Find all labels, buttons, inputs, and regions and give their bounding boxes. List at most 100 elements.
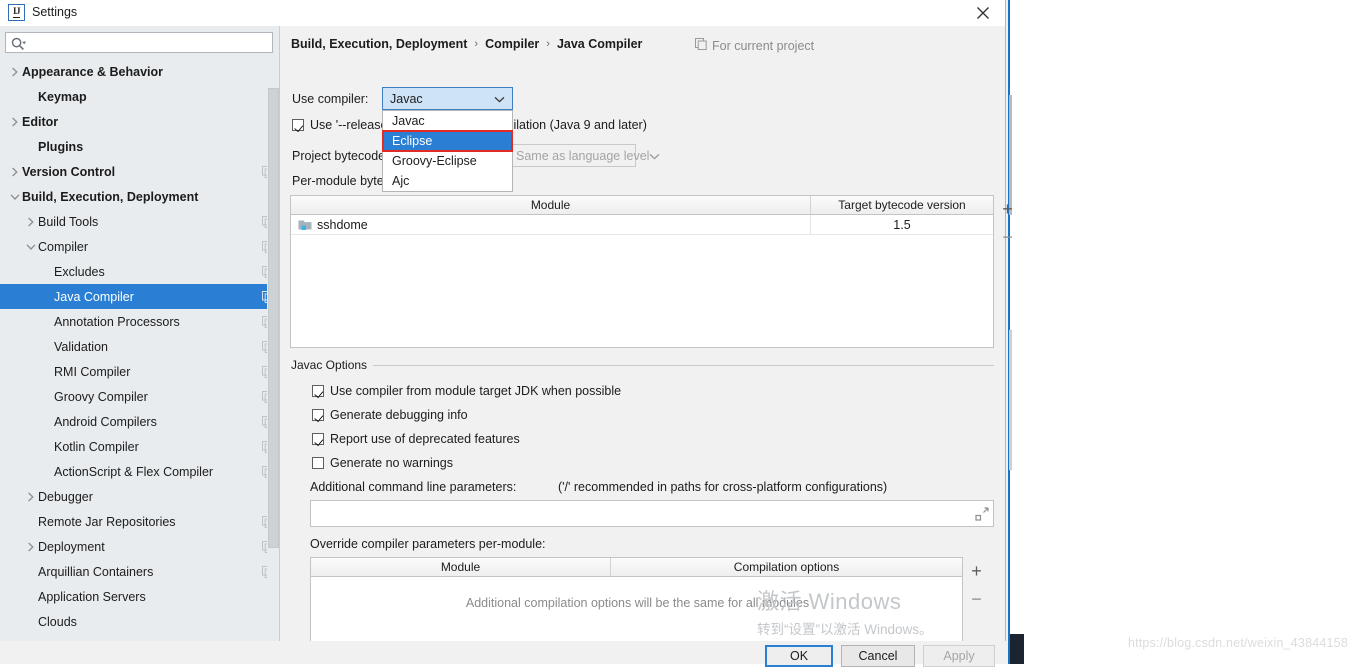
sidebar-item-label: Plugins	[38, 139, 84, 154]
project-bytecode-combobox[interactable]: Same as language level	[508, 144, 660, 167]
sidebar-item-label: Annotation Processors	[54, 314, 180, 329]
chevron-right-icon[interactable]	[8, 159, 22, 184]
sidebar-item-android-compilers[interactable]: Android Compilers	[0, 409, 280, 434]
expand-field-icon[interactable]	[975, 507, 989, 521]
search-box[interactable]	[5, 32, 273, 53]
breadcrumb-part[interactable]: Build, Execution, Deployment	[291, 37, 467, 51]
sidebar-item-rmi-compiler[interactable]: RMI Compiler	[0, 359, 280, 384]
dialog-title: Settings	[32, 5, 78, 19]
remove-override-button[interactable]: −	[963, 585, 990, 613]
checkbox-box	[312, 385, 324, 397]
checkbox-box	[312, 409, 324, 421]
sidebar-item-actionscript-flex-compiler[interactable]: ActionScript & Flex Compiler	[0, 459, 280, 484]
sidebar-item-arquillian-containers[interactable]: Arquillian Containers	[0, 559, 280, 584]
checkbox-generate-debugging-info[interactable]: Generate debugging info	[312, 408, 468, 422]
sidebar-item-label: Keymap	[38, 89, 87, 104]
chevron-down-icon[interactable]	[24, 234, 38, 259]
additional-params-field[interactable]	[310, 500, 994, 527]
column-header-compilation-options[interactable]: Compilation options	[611, 558, 962, 576]
sidebar-item-label: Editor	[22, 114, 59, 129]
blog-url-watermark: https://blog.csdn.net/weixin_43844158	[1127, 636, 1348, 650]
override-table-empty-message: Additional compilation options will be t…	[465, 596, 810, 610]
sidebar-item-editor[interactable]: Editor	[0, 109, 280, 134]
column-header-module[interactable]: Module	[291, 196, 811, 214]
checkbox-box	[312, 457, 324, 469]
column-header-target-bytecode[interactable]: Target bytecode version	[811, 196, 993, 214]
sidebar-item-build-tools[interactable]: Build Tools	[0, 209, 280, 234]
additional-params-input[interactable]	[315, 505, 965, 522]
sidebar-item-compiler[interactable]: Compiler	[0, 234, 280, 259]
sidebar-item-label: Build, Execution, Deployment	[22, 189, 199, 204]
sidebar-item-remote-jar-repositories[interactable]: Remote Jar Repositories	[0, 509, 280, 534]
dialog-button-bar: OK Cancel Apply	[0, 641, 1006, 667]
per-module-bytecode-table: Module Target bytecode version sshdome 1.…	[290, 195, 994, 348]
chevron-right-icon[interactable]	[8, 109, 22, 134]
column-header-module[interactable]: Module	[311, 558, 611, 576]
slash-hint-label: ('/' recommended in paths for cross-plat…	[558, 480, 888, 494]
checkbox-box	[292, 119, 304, 131]
dropdown-option-ajc[interactable]: Ajc	[383, 171, 512, 191]
sidebar-item-groovy-compiler[interactable]: Groovy Compiler	[0, 384, 280, 409]
breadcrumb-part: Java Compiler	[556, 37, 643, 51]
search-input[interactable]	[32, 34, 270, 51]
checkbox-use-compiler-from-module-jdk[interactable]: Use compiler from module target JDK when…	[312, 384, 621, 398]
javac-options-group-title: Javac Options	[291, 358, 374, 372]
sidebar-item-build-execution-deployment[interactable]: Build, Execution, Deployment	[0, 184, 280, 209]
use-compiler-combobox[interactable]: Javac	[382, 87, 513, 110]
breadcrumb-part[interactable]: Compiler	[485, 37, 539, 51]
checkbox-label: Use compiler from module target JDK when…	[330, 384, 622, 398]
sidebar-scrollbar-thumb[interactable]	[268, 88, 279, 548]
breadcrumb-separator: ›	[546, 38, 550, 50]
settings-dialog: IJ Settings Appearance & Behavior Keymap E…	[0, 0, 1013, 667]
dropdown-option-javac[interactable]: Javac	[383, 111, 512, 131]
sidebar-item-plugins[interactable]: Plugins	[0, 134, 280, 159]
close-icon[interactable]	[960, 0, 1005, 26]
sidebar-item-excludes[interactable]: Excludes	[0, 259, 280, 284]
chevron-right-icon[interactable]	[8, 59, 22, 84]
chevron-right-icon[interactable]	[24, 534, 38, 559]
ide-scrollbar-lower[interactable]	[1009, 330, 1012, 470]
scope-badge[interactable]: For current project	[695, 38, 814, 53]
table-row[interactable]: sshdome 1.5	[291, 215, 993, 235]
chevron-right-icon[interactable]	[24, 484, 38, 509]
dropdown-option-eclipse[interactable]: Eclipse	[382, 130, 513, 152]
sidebar-item-kotlin-compiler[interactable]: Kotlin Compiler	[0, 434, 280, 459]
use-compiler-label: Use compiler:	[292, 92, 369, 106]
sidebar-item-appearance-behavior[interactable]: Appearance & Behavior	[0, 59, 280, 84]
dropdown-option-groovy-eclipse[interactable]: Groovy-Eclipse	[383, 151, 512, 171]
chevron-right-icon[interactable]	[24, 209, 38, 234]
checkbox-box	[312, 433, 324, 445]
sidebar-item-version-control[interactable]: Version Control	[0, 159, 280, 184]
sidebar-item-label: Application Servers	[38, 589, 146, 604]
intellij-idea-icon: IJ	[8, 4, 25, 21]
sidebar-item-application-servers[interactable]: Application Servers	[0, 584, 280, 609]
sidebar-item-keymap[interactable]: Keymap	[0, 84, 280, 109]
sidebar-item-clouds[interactable]: Clouds	[0, 609, 280, 634]
chevron-down-icon[interactable]	[8, 184, 22, 209]
checkbox-report-deprecated[interactable]: Report use of deprecated features	[312, 432, 520, 446]
sidebar-item-java-compiler[interactable]: Java Compiler	[0, 284, 280, 309]
cell-module: sshdome	[291, 215, 811, 234]
sidebar-item-validation[interactable]: Validation	[0, 334, 280, 359]
sidebar-item-annotation-processors[interactable]: Annotation Processors	[0, 309, 280, 334]
sidebar-item-deployment[interactable]: Deployment	[0, 534, 280, 559]
chevron-down-icon	[494, 92, 505, 106]
sidebar-item-label: Groovy Compiler	[54, 389, 148, 404]
add-override-button[interactable]: +	[963, 557, 990, 585]
remove-module-button[interactable]: −	[994, 223, 1021, 251]
add-module-button[interactable]: +	[994, 195, 1021, 223]
module-name: sshdome	[317, 217, 368, 232]
table-body: sshdome 1.5	[291, 215, 993, 235]
checkbox-generate-no-warnings[interactable]: Generate no warnings	[312, 456, 453, 470]
sidebar-item-debugger[interactable]: Debugger	[0, 484, 280, 509]
cell-target-bytecode[interactable]: 1.5	[811, 215, 993, 234]
settings-content-panel: Build, Execution, Deployment › Compiler › Ja…	[280, 26, 1013, 655]
